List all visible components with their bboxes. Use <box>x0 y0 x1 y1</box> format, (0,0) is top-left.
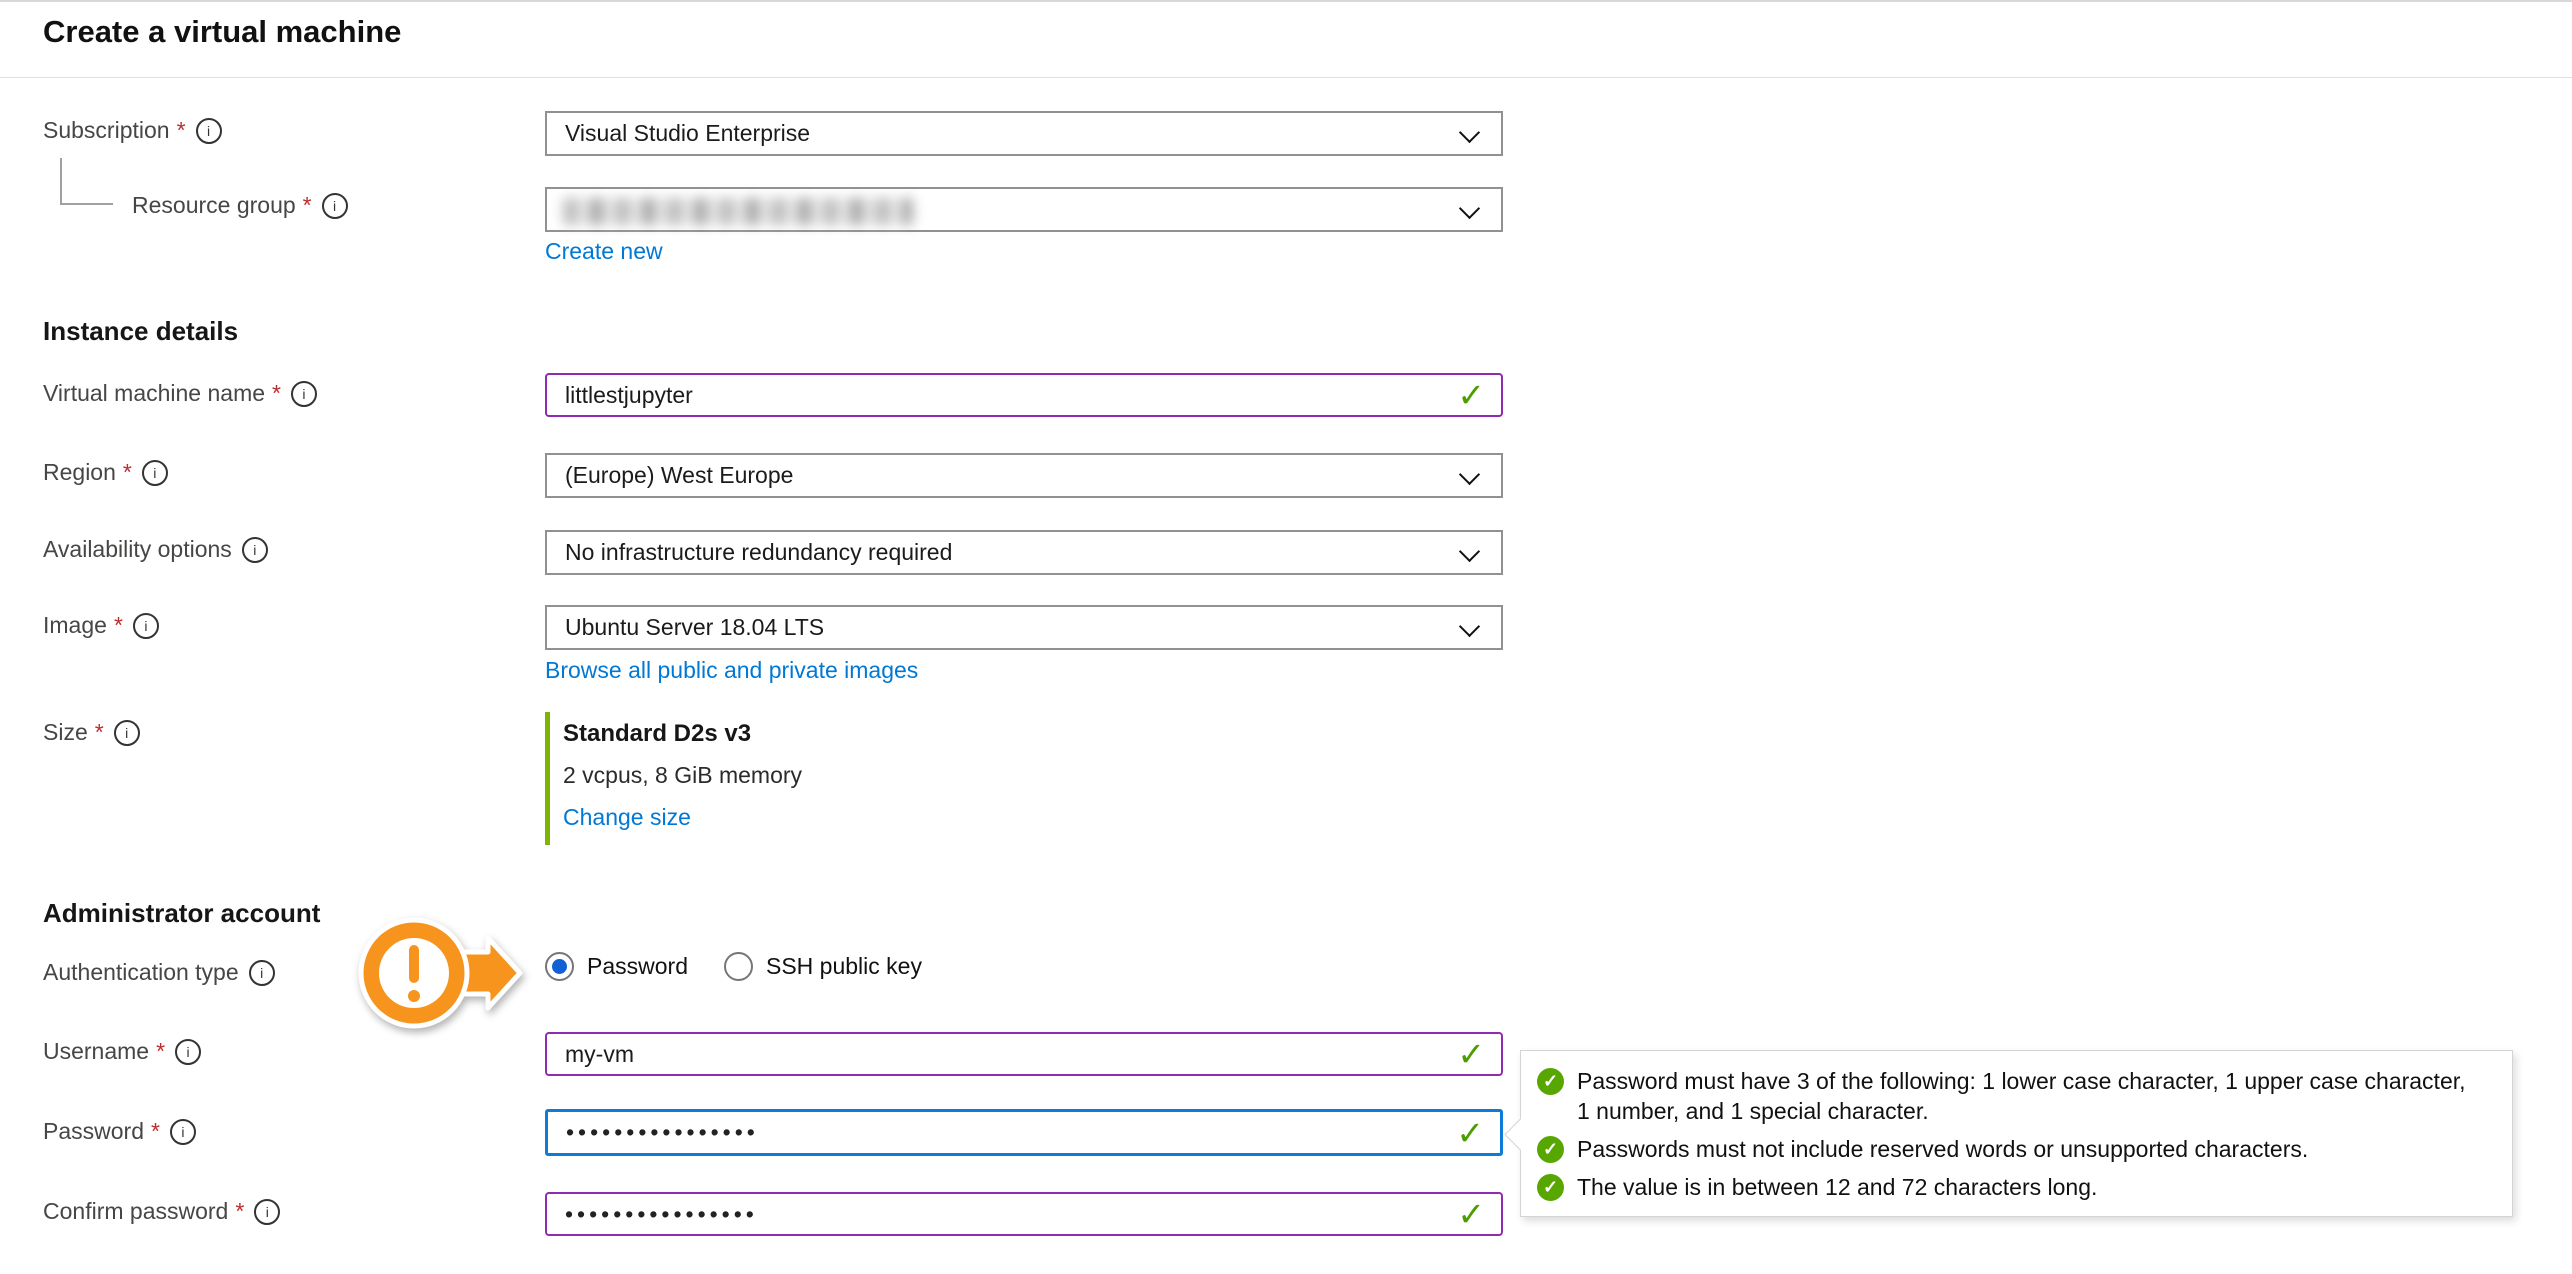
window-top-border <box>0 0 2572 2</box>
required-asterisk: * <box>123 459 132 486</box>
tooltip-item: ✓ Passwords must not include reserved wo… <box>1537 1134 2492 1164</box>
info-icon[interactable]: i <box>249 960 275 986</box>
info-icon[interactable]: i <box>142 460 168 486</box>
availability-options-label: Availability options i <box>43 536 268 563</box>
image-label: Image * i <box>43 612 159 639</box>
tooltip-arrow <box>1504 1118 1537 1151</box>
info-icon[interactable]: i <box>170 1119 196 1145</box>
username-input[interactable]: my-vm ✓ <box>545 1032 1503 1076</box>
instance-details-heading: Instance details <box>43 316 238 347</box>
username-label: Username * i <box>43 1038 201 1065</box>
region-select[interactable]: (Europe) West Europe <box>545 453 1503 498</box>
required-asterisk: * <box>235 1198 244 1225</box>
vm-name-value: littlestjupyter <box>565 382 693 409</box>
required-asterisk: * <box>95 719 104 746</box>
browse-images-link[interactable]: Browse all public and private images <box>545 657 918 684</box>
radio-ssh-public-key[interactable]: SSH public key <box>724 952 922 981</box>
required-asterisk: * <box>303 192 312 219</box>
password-requirements-tooltip: ✓ Password must have 3 of the following:… <box>1520 1050 2513 1217</box>
chevron-down-icon <box>1459 616 1480 637</box>
valid-check-icon: ✓ <box>1457 1198 1485 1231</box>
administrator-account-heading: Administrator account <box>43 898 320 929</box>
vm-name-label: Virtual machine name * i <box>43 380 317 407</box>
required-asterisk: * <box>177 117 186 144</box>
required-asterisk: * <box>156 1038 165 1065</box>
resource-group-select[interactable] <box>545 187 1503 232</box>
region-label: Region * i <box>43 459 168 486</box>
subscription-label: Subscription * i <box>43 117 222 144</box>
size-name: Standard D2s v3 <box>563 720 751 748</box>
required-asterisk: * <box>151 1118 160 1145</box>
resource-group-label: Resource group * i <box>132 192 348 219</box>
change-size-link[interactable]: Change size <box>563 804 691 831</box>
info-icon[interactable]: i <box>175 1039 201 1065</box>
subscription-select[interactable]: Visual Studio Enterprise <box>545 111 1503 156</box>
confirm-password-input[interactable]: •••••••••••••••• ✓ <box>545 1192 1503 1236</box>
size-label: Size * i <box>43 719 140 746</box>
chevron-down-icon <box>1459 198 1480 219</box>
info-icon[interactable]: i <box>133 613 159 639</box>
info-icon[interactable]: i <box>114 720 140 746</box>
authentication-type-label: Authentication type i <box>43 959 275 986</box>
info-icon[interactable]: i <box>254 1199 280 1225</box>
chevron-down-icon <box>1459 122 1480 143</box>
info-icon[interactable]: i <box>291 381 317 407</box>
size-accent-bar <box>545 712 550 845</box>
title-divider <box>0 77 2572 78</box>
image-value: Ubuntu Server 18.04 LTS <box>565 614 824 641</box>
availability-options-select[interactable]: No infrastructure redundancy required <box>545 530 1503 575</box>
password-masked-value: •••••••••••••••• <box>566 1119 759 1146</box>
valid-check-icon: ✓ <box>1457 1038 1485 1071</box>
radio-selected-icon <box>545 952 574 981</box>
chevron-down-icon <box>1459 541 1480 562</box>
vm-name-input[interactable]: littlestjupyter ✓ <box>545 373 1503 417</box>
attention-callout-icon <box>352 912 530 1034</box>
region-value: (Europe) West Europe <box>565 462 793 489</box>
confirm-password-masked-value: •••••••••••••••• <box>565 1201 758 1228</box>
radio-unselected-icon <box>724 952 753 981</box>
info-icon[interactable]: i <box>242 537 268 563</box>
availability-value: No infrastructure redundancy required <box>565 539 952 566</box>
tree-connector-vertical <box>60 158 62 205</box>
info-icon[interactable]: i <box>322 193 348 219</box>
success-check-icon: ✓ <box>1537 1068 1564 1095</box>
size-specs: 2 vcpus, 8 GiB memory <box>563 762 802 789</box>
create-vm-page: Create a virtual machine Subscription * … <box>0 0 2572 1274</box>
confirm-password-label: Confirm password * i <box>43 1198 280 1225</box>
tooltip-item: ✓ The value is in between 12 and 72 char… <box>1537 1172 2492 1202</box>
password-label: Password * i <box>43 1118 196 1145</box>
radio-password[interactable]: Password <box>545 952 688 981</box>
info-icon[interactable]: i <box>196 118 222 144</box>
authentication-type-radio-group: Password SSH public key <box>545 952 922 981</box>
tooltip-item: ✓ Password must have 3 of the following:… <box>1537 1066 2492 1126</box>
required-asterisk: * <box>272 380 281 407</box>
success-check-icon: ✓ <box>1537 1136 1564 1163</box>
chevron-down-icon <box>1459 464 1480 485</box>
valid-check-icon: ✓ <box>1456 1116 1484 1149</box>
required-asterisk: * <box>114 612 123 639</box>
valid-check-icon: ✓ <box>1457 379 1485 412</box>
page-title: Create a virtual machine <box>43 14 401 50</box>
create-new-link[interactable]: Create new <box>545 238 663 265</box>
success-check-icon: ✓ <box>1537 1174 1564 1201</box>
redacted-value <box>563 198 913 225</box>
subscription-value: Visual Studio Enterprise <box>565 120 810 147</box>
password-input[interactable]: •••••••••••••••• ✓ <box>545 1109 1503 1156</box>
image-select[interactable]: Ubuntu Server 18.04 LTS <box>545 605 1503 650</box>
username-value: my-vm <box>565 1041 634 1068</box>
tree-connector-horizontal <box>60 203 113 205</box>
